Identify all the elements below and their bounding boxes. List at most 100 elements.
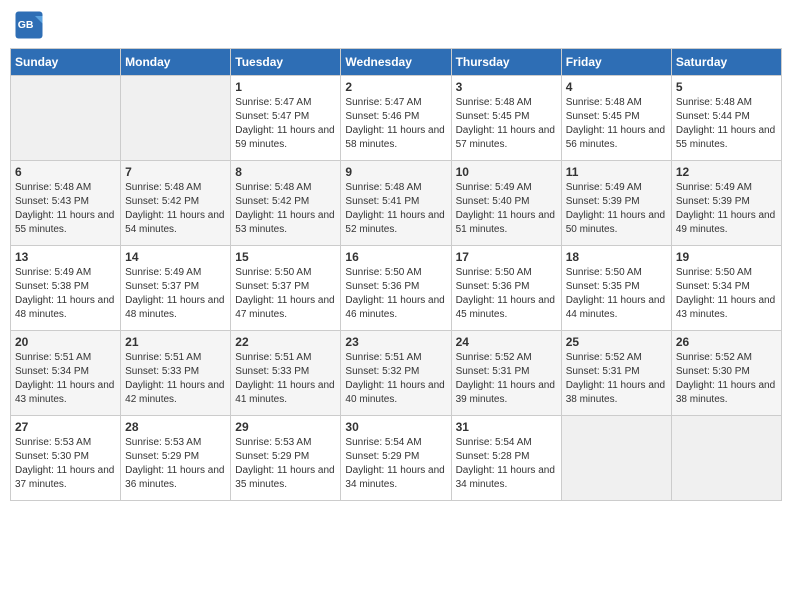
sunset-text: Sunset: 5:28 PM [456,450,557,464]
day-number: 29 [235,420,336,434]
sunrise-text: Sunrise: 5:50 AM [676,266,777,280]
calendar-cell: 20 Sunrise: 5:51 AM Sunset: 5:34 PM Dayl… [11,331,121,416]
daylight-text: Daylight: 11 hours and 47 minutes. [235,294,336,322]
sunrise-text: Sunrise: 5:48 AM [676,96,777,110]
sunrise-text: Sunrise: 5:52 AM [456,351,557,365]
daylight-text: Daylight: 11 hours and 48 minutes. [125,294,226,322]
sunset-text: Sunset: 5:29 PM [235,450,336,464]
sunset-text: Sunset: 5:33 PM [235,365,336,379]
page-header: GB [10,10,782,40]
day-number: 19 [676,250,777,264]
sunrise-text: Sunrise: 5:52 AM [566,351,667,365]
cell-content: Sunrise: 5:52 AM Sunset: 5:31 PM Dayligh… [456,351,557,407]
sunrise-text: Sunrise: 5:54 AM [345,436,446,450]
cell-content: Sunrise: 5:50 AM Sunset: 5:37 PM Dayligh… [235,266,336,322]
daylight-text: Daylight: 11 hours and 54 minutes. [125,209,226,237]
cell-content: Sunrise: 5:52 AM Sunset: 5:30 PM Dayligh… [676,351,777,407]
daylight-text: Daylight: 11 hours and 38 minutes. [566,379,667,407]
sunrise-text: Sunrise: 5:47 AM [345,96,446,110]
cell-content: Sunrise: 5:48 AM Sunset: 5:45 PM Dayligh… [456,96,557,152]
calendar-cell: 15 Sunrise: 5:50 AM Sunset: 5:37 PM Dayl… [231,246,341,331]
sunset-text: Sunset: 5:47 PM [235,110,336,124]
day-number: 23 [345,335,446,349]
cell-content: Sunrise: 5:53 AM Sunset: 5:29 PM Dayligh… [125,436,226,492]
calendar-cell: 1 Sunrise: 5:47 AM Sunset: 5:47 PM Dayli… [231,76,341,161]
daylight-text: Daylight: 11 hours and 51 minutes. [456,209,557,237]
calendar-cell [561,416,671,501]
day-number: 7 [125,165,226,179]
sunrise-text: Sunrise: 5:53 AM [235,436,336,450]
daylight-text: Daylight: 11 hours and 43 minutes. [15,379,116,407]
sunrise-text: Sunrise: 5:49 AM [15,266,116,280]
cell-content: Sunrise: 5:54 AM Sunset: 5:29 PM Dayligh… [345,436,446,492]
calendar-week-row: 20 Sunrise: 5:51 AM Sunset: 5:34 PM Dayl… [11,331,782,416]
sunset-text: Sunset: 5:45 PM [456,110,557,124]
cell-content: Sunrise: 5:48 AM Sunset: 5:45 PM Dayligh… [566,96,667,152]
cell-content: Sunrise: 5:49 AM Sunset: 5:40 PM Dayligh… [456,181,557,237]
calendar-cell: 31 Sunrise: 5:54 AM Sunset: 5:28 PM Dayl… [451,416,561,501]
day-number: 27 [15,420,116,434]
daylight-text: Daylight: 11 hours and 42 minutes. [125,379,226,407]
calendar-cell: 2 Sunrise: 5:47 AM Sunset: 5:46 PM Dayli… [341,76,451,161]
day-number: 1 [235,80,336,94]
day-number: 17 [456,250,557,264]
calendar-cell: 9 Sunrise: 5:48 AM Sunset: 5:41 PM Dayli… [341,161,451,246]
day-number: 15 [235,250,336,264]
day-number: 18 [566,250,667,264]
sunrise-text: Sunrise: 5:49 AM [456,181,557,195]
sunset-text: Sunset: 5:40 PM [456,195,557,209]
sunrise-text: Sunrise: 5:52 AM [676,351,777,365]
calendar-cell: 25 Sunrise: 5:52 AM Sunset: 5:31 PM Dayl… [561,331,671,416]
calendar-cell: 18 Sunrise: 5:50 AM Sunset: 5:35 PM Dayl… [561,246,671,331]
sunrise-text: Sunrise: 5:48 AM [566,96,667,110]
weekday-header: Tuesday [231,49,341,76]
calendar-cell [671,416,781,501]
daylight-text: Daylight: 11 hours and 43 minutes. [676,294,777,322]
sunset-text: Sunset: 5:42 PM [235,195,336,209]
weekday-header: Monday [121,49,231,76]
sunrise-text: Sunrise: 5:53 AM [125,436,226,450]
daylight-text: Daylight: 11 hours and 34 minutes. [456,464,557,492]
day-number: 25 [566,335,667,349]
sunset-text: Sunset: 5:36 PM [345,280,446,294]
cell-content: Sunrise: 5:49 AM Sunset: 5:39 PM Dayligh… [676,181,777,237]
daylight-text: Daylight: 11 hours and 53 minutes. [235,209,336,237]
daylight-text: Daylight: 11 hours and 38 minutes. [676,379,777,407]
calendar-cell: 6 Sunrise: 5:48 AM Sunset: 5:43 PM Dayli… [11,161,121,246]
sunrise-text: Sunrise: 5:51 AM [15,351,116,365]
daylight-text: Daylight: 11 hours and 50 minutes. [566,209,667,237]
calendar-cell: 3 Sunrise: 5:48 AM Sunset: 5:45 PM Dayli… [451,76,561,161]
day-number: 2 [345,80,446,94]
cell-content: Sunrise: 5:50 AM Sunset: 5:36 PM Dayligh… [345,266,446,322]
daylight-text: Daylight: 11 hours and 35 minutes. [235,464,336,492]
cell-content: Sunrise: 5:49 AM Sunset: 5:37 PM Dayligh… [125,266,226,322]
calendar-cell: 21 Sunrise: 5:51 AM Sunset: 5:33 PM Dayl… [121,331,231,416]
daylight-text: Daylight: 11 hours and 39 minutes. [456,379,557,407]
weekday-header: Friday [561,49,671,76]
calendar-cell: 11 Sunrise: 5:49 AM Sunset: 5:39 PM Dayl… [561,161,671,246]
sunset-text: Sunset: 5:33 PM [125,365,226,379]
sunset-text: Sunset: 5:46 PM [345,110,446,124]
sunrise-text: Sunrise: 5:53 AM [15,436,116,450]
cell-content: Sunrise: 5:50 AM Sunset: 5:36 PM Dayligh… [456,266,557,322]
day-number: 6 [15,165,116,179]
calendar-header-row: SundayMondayTuesdayWednesdayThursdayFrid… [11,49,782,76]
sunrise-text: Sunrise: 5:48 AM [345,181,446,195]
day-number: 12 [676,165,777,179]
day-number: 13 [15,250,116,264]
sunrise-text: Sunrise: 5:50 AM [235,266,336,280]
daylight-text: Daylight: 11 hours and 40 minutes. [345,379,446,407]
cell-content: Sunrise: 5:48 AM Sunset: 5:42 PM Dayligh… [235,181,336,237]
day-number: 4 [566,80,667,94]
sunset-text: Sunset: 5:31 PM [566,365,667,379]
sunset-text: Sunset: 5:43 PM [15,195,116,209]
calendar-week-row: 13 Sunrise: 5:49 AM Sunset: 5:38 PM Dayl… [11,246,782,331]
day-number: 30 [345,420,446,434]
calendar-cell: 14 Sunrise: 5:49 AM Sunset: 5:37 PM Dayl… [121,246,231,331]
weekday-header: Wednesday [341,49,451,76]
cell-content: Sunrise: 5:51 AM Sunset: 5:34 PM Dayligh… [15,351,116,407]
cell-content: Sunrise: 5:51 AM Sunset: 5:32 PM Dayligh… [345,351,446,407]
day-number: 16 [345,250,446,264]
sunset-text: Sunset: 5:45 PM [566,110,667,124]
sunset-text: Sunset: 5:39 PM [676,195,777,209]
